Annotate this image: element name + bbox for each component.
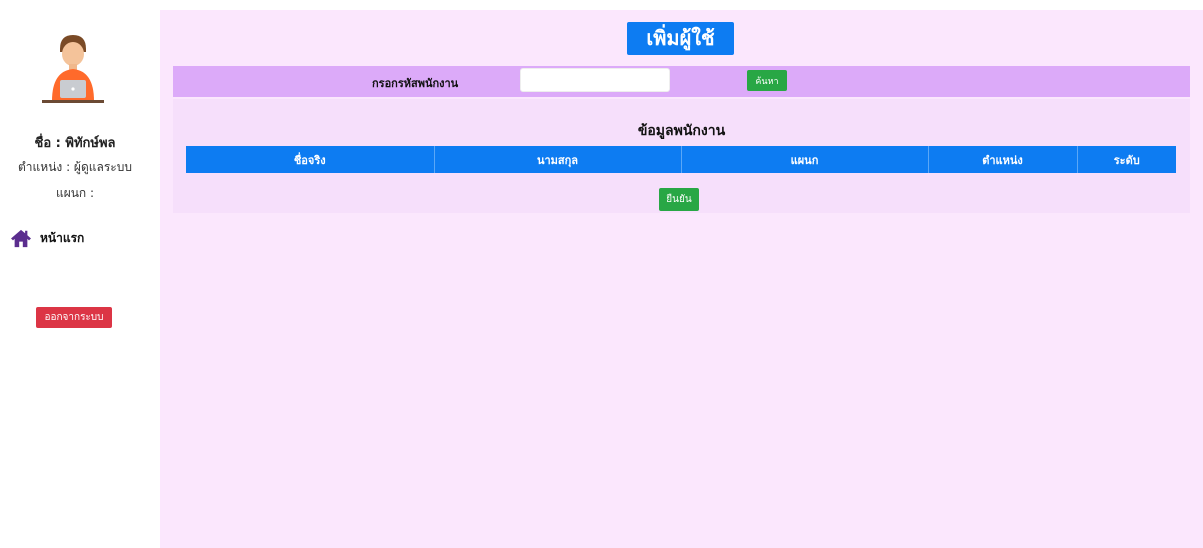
home-icon [11, 229, 31, 248]
column-header-firstname: ชื่อจริง [186, 146, 435, 173]
employee-table: ชื่อจริง นามสกุล แผนก ตำแหน่ง ระดับ [186, 146, 1176, 173]
search-bar: กรอกรหัสพนักงาน ค้นหา [173, 66, 1190, 97]
employee-id-label: กรอกรหัสพนักงาน [372, 77, 459, 90]
user-at-laptop-icon [42, 35, 104, 103]
page-title: เพิ่มผู้ใช้ [627, 22, 734, 55]
profile-department: แผนก : [55, 186, 95, 200]
employee-id-input[interactable] [520, 68, 670, 92]
search-button[interactable]: ค้นหา [747, 70, 787, 91]
nav-home-label: หน้าแรก [40, 230, 85, 245]
employee-data-heading: ข้อมูลพนักงาน [637, 123, 726, 139]
profile-position: ตำแหน่ง : ผู้ดูแลระบบ [18, 160, 132, 174]
nav-item-home[interactable]: หน้าแรก [10, 226, 84, 250]
sidebar: ชื่อ : พิทักษ์พล ตำแหน่ง : ผู้ดูแลระบบ แ… [0, 0, 160, 548]
main-content: เพิ่มผู้ใช้ กรอกรหัสพนักงาน ค้นหา ข้อมูล… [160, 10, 1203, 548]
confirm-button[interactable]: ยืนยัน [659, 188, 699, 211]
table-header-row: ชื่อจริง นามสกุล แผนก ตำแหน่ง ระดับ [186, 146, 1176, 173]
avatar [40, 33, 106, 105]
column-header-position: ตำแหน่ง [928, 146, 1078, 173]
column-header-lastname: นามสกุล [434, 146, 682, 173]
logout-button[interactable]: ออกจากระบบ [36, 307, 112, 328]
column-header-level: ระดับ [1077, 146, 1176, 173]
employee-data-panel: ข้อมูลพนักงาน ชื่อจริง นามสกุล แผนก ตำแห… [173, 99, 1190, 213]
column-header-department: แผนก [681, 146, 929, 173]
profile-name: ชื่อ : พิทักษ์พล [34, 136, 116, 151]
